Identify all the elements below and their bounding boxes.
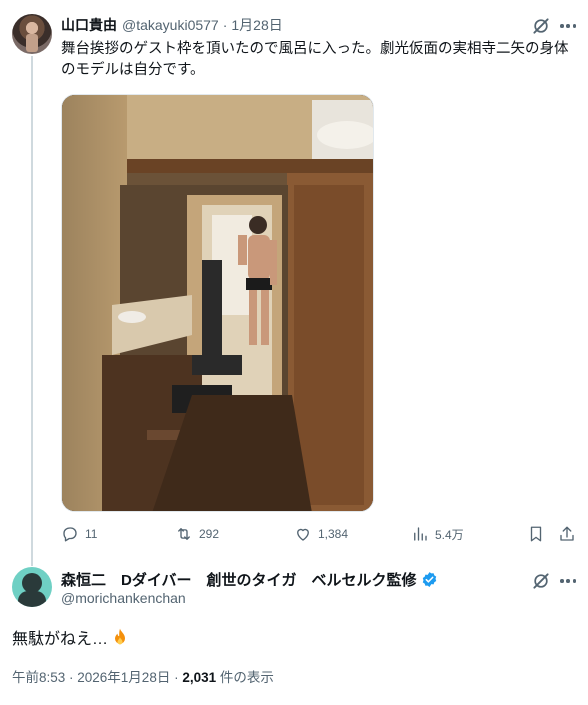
author-name[interactable]: 山口貴由: [61, 15, 117, 35]
reply-meta: 午前8:53 · 2026年1月28日 · 2,031 件の表示: [12, 666, 274, 686]
tweet-date[interactable]: 1月28日: [231, 15, 282, 35]
views-button[interactable]: 5.4万: [411, 523, 464, 545]
tweet-actions: 11 292 1,384 5.4万: [61, 523, 576, 545]
view-count: 2,031: [182, 670, 217, 685]
tweet-text: 舞台挨拶のゲスト枠を頂いたので風呂に入った。劇光仮面の実相寺二矢の身体のモデルは…: [61, 41, 569, 78]
tweet-photo[interactable]: [61, 94, 374, 512]
reply-text: 無駄がねえ…: [12, 625, 130, 649]
views-icon: [414, 527, 427, 541]
bookmark-icon: [530, 526, 542, 542]
repost-icon: [178, 528, 190, 540]
more-icon[interactable]: [558, 571, 578, 591]
tweet-header: 山口貴由 @takayuki0577 · 1月28日: [61, 15, 283, 35]
grok-icon[interactable]: [531, 16, 551, 36]
thread-line: [31, 56, 33, 566]
reply-count: 11: [85, 527, 98, 541]
like-count: 1,384: [318, 527, 349, 541]
fire-icon: [115, 628, 126, 645]
reply-author[interactable]: 森恒二 Dダイバー 創世のタイガ ベルセルク監修: [61, 569, 438, 590]
grok-icon[interactable]: [531, 571, 551, 591]
repost-button[interactable]: 292: [175, 523, 219, 545]
reply-icon: [63, 527, 77, 542]
bookmark-button[interactable]: [527, 523, 551, 545]
author-handle[interactable]: @takayuki0577: [122, 17, 219, 33]
reply-avatar[interactable]: [12, 567, 52, 607]
verified-icon: [422, 572, 436, 587]
mirror-selfie-image: [62, 95, 373, 511]
repost-count: 292: [199, 527, 220, 541]
reply-author-name[interactable]: 森恒二 Dダイバー 創世のタイガ ベルセルク監修: [61, 569, 417, 590]
like-button[interactable]: 1,384: [294, 523, 348, 545]
avatar[interactable]: [12, 14, 52, 54]
separator: ·: [222, 17, 228, 33]
more-icon[interactable]: [558, 16, 578, 36]
reply-timestamp[interactable]: 午前8:53 · 2026年1月28日 ·: [12, 670, 182, 685]
reply-author-handle[interactable]: @morichankenchan: [61, 590, 186, 606]
like-icon: [297, 528, 309, 541]
views-count: 5.4万: [435, 527, 464, 542]
reply-button[interactable]: 11: [61, 523, 97, 545]
share-icon: [560, 526, 574, 541]
reply-text-body: 無駄がねえ…: [12, 631, 109, 648]
view-suffix: 件の表示: [216, 670, 274, 685]
share-button[interactable]: [558, 523, 582, 545]
